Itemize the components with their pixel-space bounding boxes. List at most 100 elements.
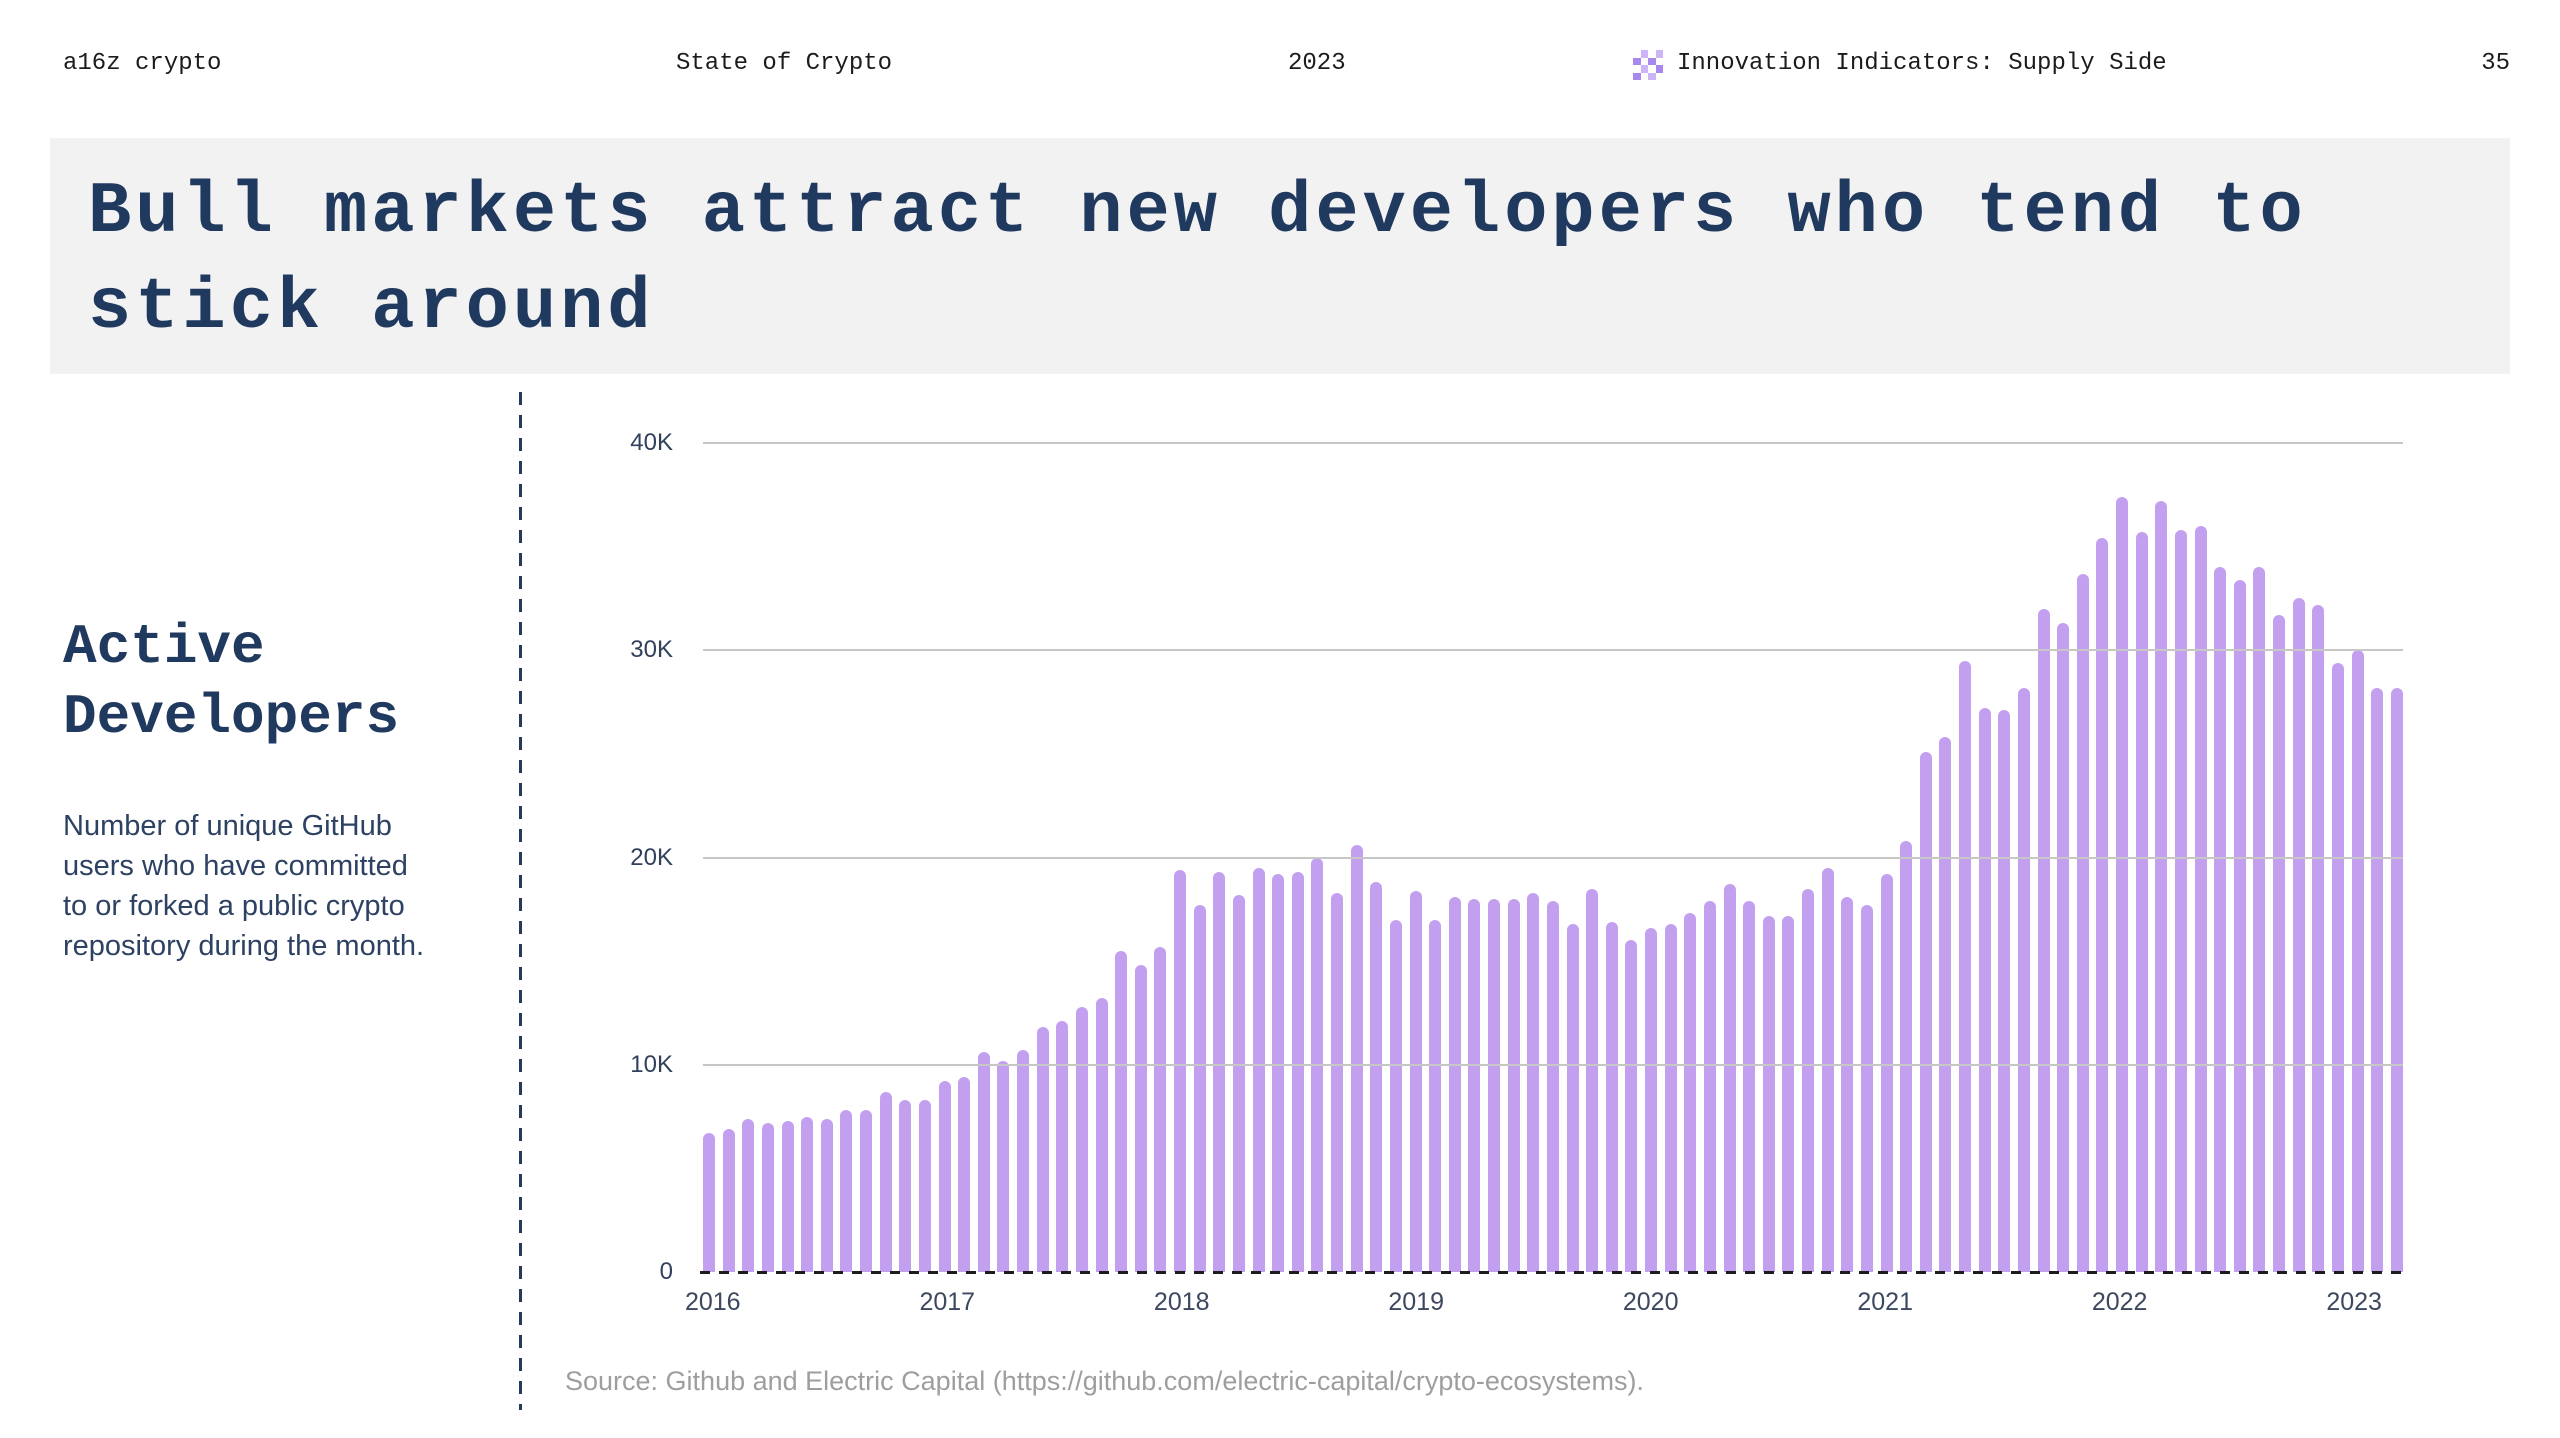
bar-month-38 (1449, 897, 1461, 1272)
bar-month-54 (1763, 916, 1775, 1272)
chart-description: Number of unique GitHub users who have c… (63, 806, 433, 966)
x-axis-label-2021: 2021 (1857, 1288, 1913, 1317)
bar-month-50 (1684, 913, 1696, 1272)
x-axis-label-2023: 2023 (2326, 1288, 2382, 1317)
bar-month-69 (2057, 623, 2069, 1272)
bar-month-68 (2038, 609, 2050, 1272)
bar-month-43 (1547, 901, 1559, 1272)
bar-month-35 (1390, 920, 1402, 1272)
report-year: 2023 (1288, 50, 1346, 77)
bar-month-20 (1096, 998, 1108, 1272)
pixel-icon-cell (1641, 58, 1649, 66)
bar-month-61 (1900, 841, 1912, 1272)
plot-area: 010K20K30K40K201620172018201920202021202… (703, 443, 2403, 1272)
bar-month-21 (1115, 951, 1127, 1272)
bar-month-48 (1645, 928, 1657, 1272)
bar-month-65 (1979, 708, 1991, 1272)
pixel-icon-cell (1656, 65, 1664, 73)
pixel-icon-cell (1648, 58, 1656, 66)
slide-title-line-2: stick around (88, 260, 2510, 356)
bar-month-22 (1135, 965, 1147, 1272)
bar-month-79 (2253, 567, 2265, 1272)
bar-month-30 (1292, 872, 1304, 1272)
pixel-icon-cell (1648, 65, 1656, 73)
top-bar: a16z crypto State of Crypto 2023 Innovat… (0, 0, 2560, 90)
y-axis-label-40K: 40K (568, 429, 673, 457)
bar-month-32 (1331, 893, 1343, 1272)
bar-month-75 (2175, 530, 2187, 1272)
bar-month-2 (742, 1119, 754, 1272)
bar-month-72 (2116, 497, 2128, 1272)
gridline-30K (703, 649, 2403, 651)
bar-month-57 (1822, 868, 1834, 1272)
bar-month-19 (1076, 1007, 1088, 1272)
bar-month-9 (880, 1092, 892, 1272)
bar-month-24 (1174, 870, 1186, 1272)
x-axis-label-2017: 2017 (919, 1288, 975, 1317)
bar-month-74 (2155, 501, 2167, 1272)
bar-month-27 (1233, 895, 1245, 1272)
pixel-icon-cell (1641, 73, 1649, 81)
bar-month-85 (2371, 688, 2383, 1272)
bar-month-34 (1370, 882, 1382, 1272)
y-axis-label-30K: 30K (568, 636, 673, 664)
bar-month-5 (801, 1117, 813, 1272)
pixel-icon-cell (1656, 50, 1664, 58)
bar-month-37 (1429, 920, 1441, 1272)
x-axis-label-2018: 2018 (1154, 1288, 1210, 1317)
slide-page: { "header": { "brand": "a16z crypto", "r… (0, 0, 2560, 1438)
pixel-icon-cell (1648, 50, 1656, 58)
bar-month-86 (2391, 688, 2403, 1272)
y-axis-label-0: 0 (568, 1258, 673, 1286)
bar-month-3 (762, 1123, 774, 1272)
bar-month-42 (1527, 893, 1539, 1272)
bar-month-73 (2136, 532, 2148, 1272)
bar-month-49 (1665, 924, 1677, 1272)
bar-month-33 (1351, 845, 1363, 1272)
bar-month-15 (997, 1061, 1009, 1272)
bar-month-55 (1782, 916, 1794, 1272)
bar-month-4 (782, 1121, 794, 1272)
pixel-icon-cell (1641, 50, 1649, 58)
x-axis-label-2016: 2016 (685, 1288, 741, 1317)
bar-month-82 (2312, 605, 2324, 1272)
x-axis-label-2019: 2019 (1388, 1288, 1444, 1317)
page-number: 35 (2481, 50, 2510, 77)
bar-month-1 (723, 1129, 735, 1272)
bar-month-84 (2352, 650, 2364, 1272)
bar-month-0 (703, 1133, 715, 1272)
bar-month-46 (1606, 922, 1618, 1272)
chart-title: Active Developers (63, 612, 443, 752)
bar-month-77 (2214, 567, 2226, 1272)
bar-month-51 (1704, 901, 1716, 1272)
gridline-10K (703, 1064, 2403, 1066)
bar-month-56 (1802, 889, 1814, 1272)
bar-month-7 (840, 1110, 852, 1272)
bar-month-29 (1272, 874, 1284, 1272)
bar-month-67 (2018, 688, 2030, 1272)
y-axis-label-20K: 20K (568, 844, 673, 872)
title-banner: Bull markets attract new developers who … (50, 138, 2510, 374)
bar-month-70 (2077, 574, 2089, 1272)
bar-month-28 (1253, 868, 1265, 1272)
brand-logo-text: a16z crypto (63, 50, 221, 77)
report-title: State of Crypto (676, 50, 892, 77)
pixel-icon-cell (1633, 73, 1641, 81)
section-label: Innovation Indicators: Supply Side (1677, 50, 2167, 77)
bar-month-80 (2273, 615, 2285, 1272)
pixel-icon-cell (1633, 50, 1641, 58)
slide-title-line-1: Bull markets attract new developers who … (88, 164, 2510, 260)
bar-month-60 (1881, 874, 1893, 1272)
bar-month-16 (1017, 1050, 1029, 1272)
source-note: Source: Github and Electric Capital (htt… (565, 1366, 1644, 1397)
bar-month-58 (1841, 897, 1853, 1272)
dashed-divider (519, 392, 522, 1410)
x-axis-line (700, 1271, 2406, 1274)
bar-month-23 (1154, 947, 1166, 1272)
bar-month-6 (821, 1119, 833, 1272)
y-axis-label-10K: 10K (568, 1051, 673, 1079)
bar-month-11 (919, 1100, 931, 1272)
slide-title: Bull markets attract new developers who … (50, 138, 2510, 356)
bar-month-39 (1468, 899, 1480, 1272)
bar-month-25 (1194, 905, 1206, 1272)
